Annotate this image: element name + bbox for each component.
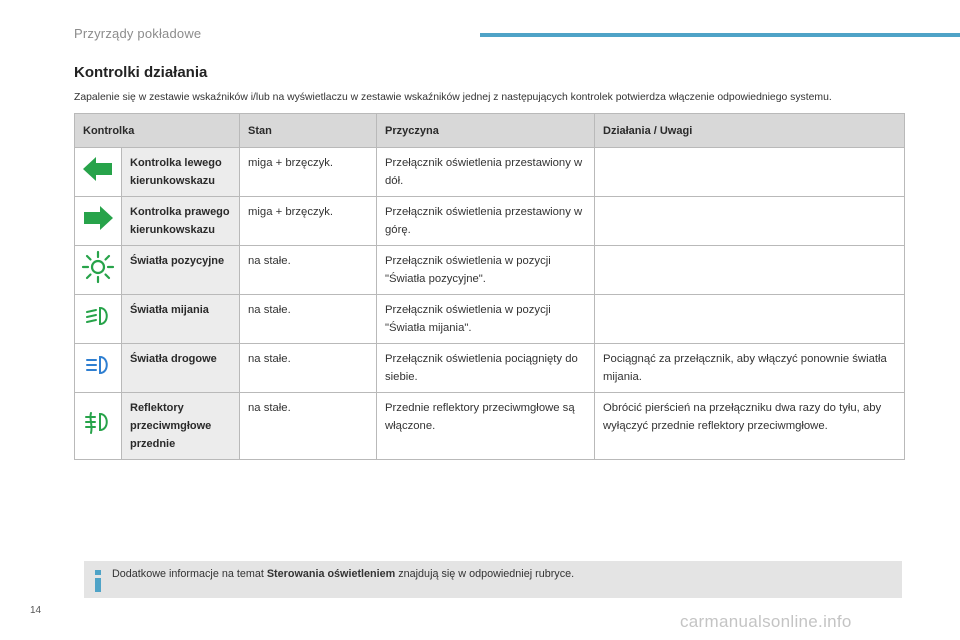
left-turn-arrow-icon — [83, 157, 112, 181]
info-text-end: znajdują się w odpowiedniej rubryce. — [395, 568, 575, 580]
header-accent-bar — [480, 33, 960, 37]
watermark: carmanualsonline.info — [680, 612, 852, 631]
indicator-icon-cell — [74, 343, 122, 393]
indicator-state: miga + brzęczyk. — [239, 196, 377, 246]
indicator-cause: Przełącznik oświetlenia w pozycji "Świat… — [376, 245, 595, 295]
indicator-action — [594, 294, 905, 344]
indicator-state: na stałe. — [239, 343, 377, 393]
indicator-action: Pociągnąć za przełącznik, aby włączyć po… — [594, 343, 905, 393]
indicator-state: miga + brzęczyk. — [239, 147, 377, 197]
info-note: Dodatkowe informacje na temat Sterowania… — [84, 561, 902, 598]
indicator-action: Obrócić pierścień na przełączniku dwa ra… — [594, 392, 905, 460]
indicator-cause: Przełącznik oświetlenia przestawiony w d… — [376, 147, 595, 197]
front-fog-lamps-icon — [85, 412, 108, 434]
indicator-cause: Przednie reflektory przeciwmgłowe są włą… — [376, 392, 595, 460]
indicator-cause: Przełącznik oświetlenia pociągnięty do s… — [376, 343, 595, 393]
info-icon — [95, 570, 101, 592]
info-text-link: Sterowania oświetleniem — [266, 568, 396, 580]
position-lights-icon — [81, 250, 115, 284]
table-row: Reflektory przeciwmgłowe przednie na sta… — [74, 392, 905, 460]
section-title: Przyrządy pokładowe — [74, 26, 202, 41]
indicator-name: Światła pozycyjne — [121, 245, 240, 295]
indicator-table: Kontrolka Stan Przyczyna Działania / Uwa… — [74, 113, 905, 460]
indicator-icon-cell — [74, 245, 122, 295]
table-row: Światła drogowe na stałe. Przełącznik oś… — [74, 343, 905, 393]
table-row: Światła mijania na stałe. Przełącznik oś… — [74, 294, 905, 344]
indicator-icon-cell — [74, 392, 122, 460]
indicator-icon-cell — [74, 147, 122, 197]
intro-paragraph: Zapalenie się w zestawie wskaźników i/lu… — [74, 92, 832, 103]
indicator-action — [594, 147, 905, 197]
right-turn-arrow-icon — [84, 206, 113, 230]
column-header-state: Stan — [239, 113, 377, 148]
indicator-name: Reflektory przeciwmgłowe przednie — [121, 392, 240, 460]
indicator-state: na stałe. — [239, 245, 377, 295]
page-title: Kontrolki działania — [74, 64, 208, 81]
indicator-cause: Przełącznik oświetlenia w pozycji "Świat… — [376, 294, 595, 344]
indicator-icon-cell — [74, 196, 122, 246]
column-header-indicator: Kontrolka — [74, 113, 240, 148]
indicator-name: Kontrolka prawego kierunkowskazu — [121, 196, 240, 246]
indicator-state: na stałe. — [239, 294, 377, 344]
indicator-action — [594, 245, 905, 295]
main-beam-icon — [86, 355, 108, 375]
indicator-action — [594, 196, 905, 246]
table-row: Kontrolka prawego kierunkowskazu miga + … — [74, 196, 905, 246]
table-row: Kontrolka lewego kierunkowskazu miga + b… — [74, 147, 905, 197]
indicator-state: na stałe. — [239, 392, 377, 460]
dipped-beam-icon — [86, 306, 108, 326]
indicator-name: Światła mijania — [121, 294, 240, 344]
column-header-cause: Przyczyna — [376, 113, 595, 148]
column-header-action: Działania / Uwagi — [594, 113, 905, 148]
indicator-name: Światła drogowe — [121, 343, 240, 393]
indicator-icon-cell — [74, 294, 122, 344]
info-text-start: Dodatkowe informacje na temat — [112, 568, 267, 580]
page-number: 14 — [30, 605, 42, 616]
indicator-cause: Przełącznik oświetlenia przestawiony w g… — [376, 196, 595, 246]
info-text: Dodatkowe informacje na temat Sterowania… — [112, 568, 574, 580]
table-row: Światła pozycyjne na stałe. Przełącznik … — [74, 245, 905, 295]
indicator-name: Kontrolka lewego kierunkowskazu — [121, 147, 240, 197]
table-header-row: Kontrolka Stan Przyczyna Działania / Uwa… — [74, 113, 905, 148]
